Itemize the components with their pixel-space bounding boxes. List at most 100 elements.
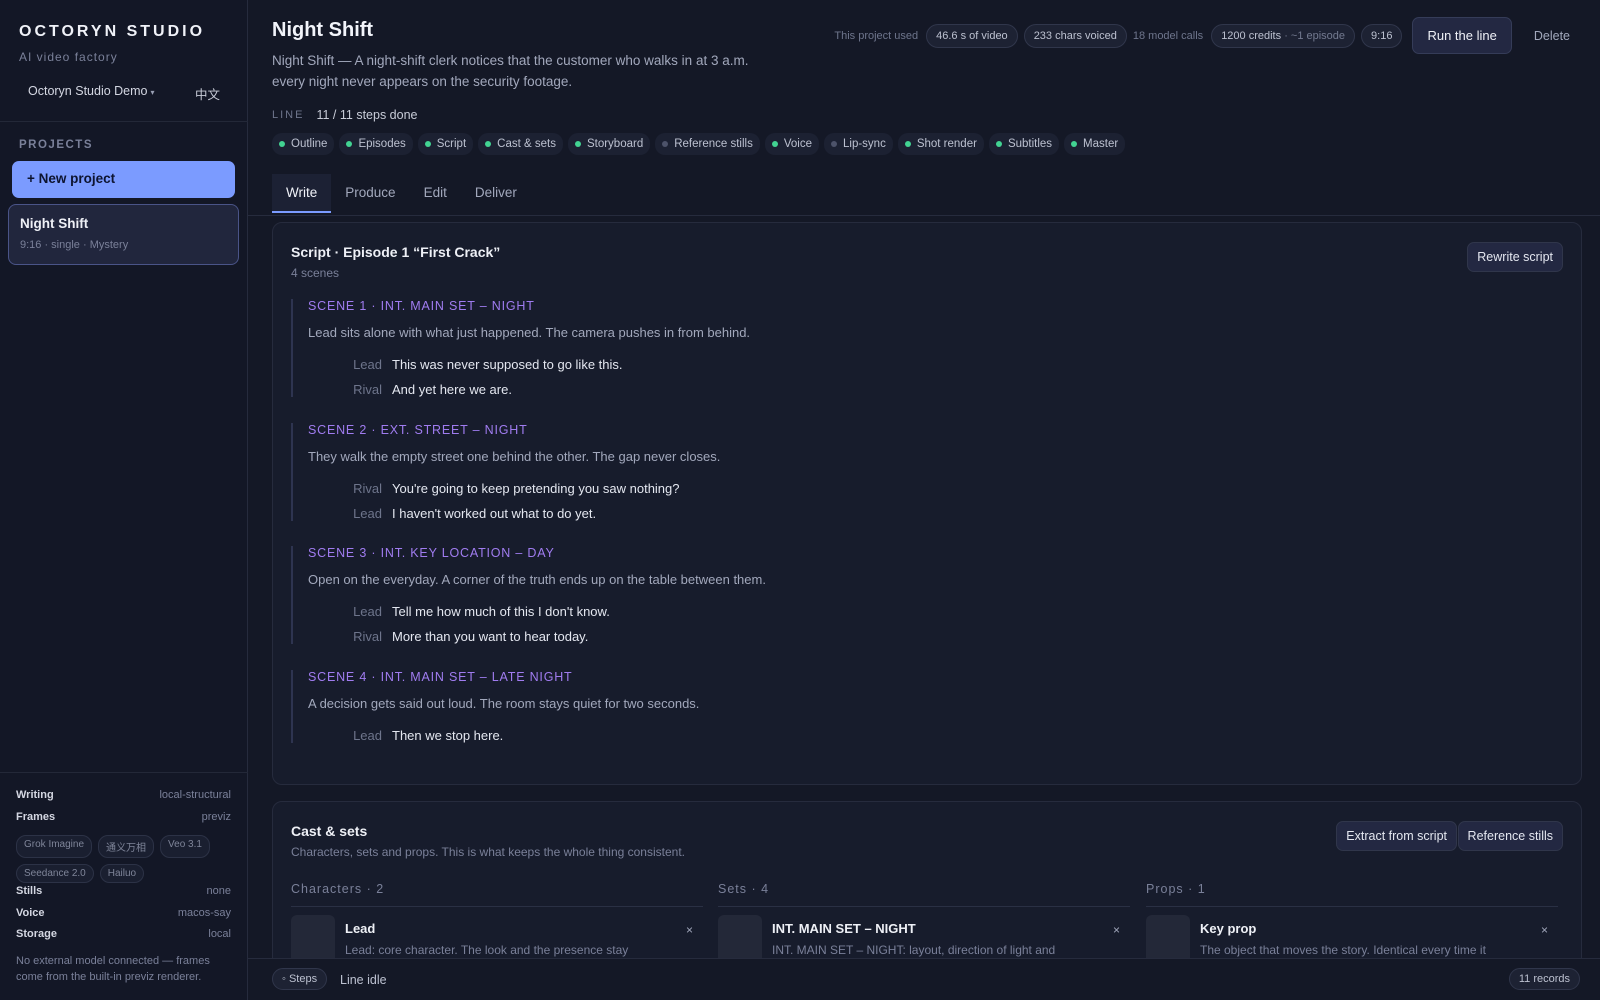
main-tabs: Write Produce Edit Deliver xyxy=(272,174,531,213)
project-item-night-shift[interactable]: Night Shift 9:16 · single · Mystery xyxy=(8,204,239,265)
scene-description: A decision gets said out loud. The room … xyxy=(308,696,700,711)
divider xyxy=(0,121,248,122)
entity-name: INT. MAIN SET – NIGHT xyxy=(772,921,916,936)
speaker: Lead xyxy=(353,604,382,619)
config-label: Frames xyxy=(16,811,56,823)
provider-chip[interactable]: Seedance 2.0 xyxy=(16,864,94,883)
step-script[interactable]: Script xyxy=(417,133,474,155)
step-label: Shot render xyxy=(916,138,977,150)
tab-deliver[interactable]: Deliver xyxy=(461,174,531,213)
scene-block: SCENE 1 · INT. MAIN SET – NIGHT Lead sit… xyxy=(291,299,1191,397)
column-header: Props · 1 xyxy=(1146,882,1558,907)
status-dot-icon xyxy=(346,141,353,147)
close-icon[interactable]: × xyxy=(686,923,693,937)
step-label: Lip-sync xyxy=(843,138,886,150)
config-storage: Storage local xyxy=(16,928,231,940)
divider xyxy=(0,772,248,773)
reference-stills-button[interactable]: Reference stills xyxy=(1457,821,1563,851)
tab-produce[interactable]: Produce xyxy=(331,174,409,213)
scene-heading: SCENE 1 · INT. MAIN SET – NIGHT xyxy=(308,299,535,313)
entity-description: The object that moves the story. Identic… xyxy=(1200,943,1486,957)
dialogue-line: Lead I haven't worked out what to do yet. xyxy=(308,506,1191,521)
provider-chip[interactable]: 通义万相 xyxy=(98,835,155,858)
run-line-button[interactable]: Run the line xyxy=(1412,17,1512,54)
tab-edit[interactable]: Edit xyxy=(410,174,461,213)
step-cast-sets[interactable]: Cast & sets xyxy=(478,133,563,155)
status-bar: ◦ Steps Line idle 11 records xyxy=(248,958,1600,1000)
step-subtitles[interactable]: Subtitles xyxy=(988,133,1060,155)
entity-name: Key prop xyxy=(1200,921,1257,936)
dialogue-line: Rival More than you want to hear today. xyxy=(308,629,1191,644)
aspect-ratio-pill: 9:16 xyxy=(1361,23,1403,48)
step-episodes[interactable]: Episodes xyxy=(339,133,413,155)
dialogue-text: This was never supposed to go like this. xyxy=(392,357,623,372)
entity-description: INT. MAIN SET – NIGHT: layout, direction… xyxy=(772,943,1056,957)
column-header: Characters · 2 xyxy=(291,882,703,907)
status-dot-icon xyxy=(995,141,1002,147)
config-value: macos-say xyxy=(177,907,231,919)
step-label: Episodes xyxy=(358,138,406,150)
tab-write[interactable]: Write xyxy=(272,174,332,213)
speaker: Rival xyxy=(353,481,382,496)
workspace-switcher[interactable]: Octoryn Studio Demo ▾ xyxy=(28,84,155,98)
close-icon[interactable]: × xyxy=(1113,923,1120,937)
entity-description: Lead: core character. The look and the p… xyxy=(345,943,629,957)
rewrite-script-button[interactable]: Rewrite script xyxy=(1467,242,1563,272)
status-dot-icon xyxy=(771,141,778,147)
line-status: LINE 11 / 11 steps done xyxy=(272,108,417,122)
close-icon[interactable]: × xyxy=(1541,923,1548,937)
scene-description: Open on the everyday. A corner of the tr… xyxy=(308,572,766,587)
dialogue-line: Lead This was never supposed to go like t… xyxy=(308,357,1191,372)
provider-chip[interactable]: Grok Imagine xyxy=(16,835,93,858)
scene-block: SCENE 4 · INT. MAIN SET – LATE NIGHT A d… xyxy=(291,670,1191,743)
video-seconds-pill: 46.6 s of video xyxy=(926,23,1018,48)
speaker: Rival xyxy=(353,382,382,397)
steps-toggle-button[interactable]: ◦ Steps xyxy=(272,968,328,990)
language-toggle[interactable]: 中文 xyxy=(195,84,220,103)
step-shot-render[interactable]: Shot render xyxy=(897,133,984,155)
status-dot-icon xyxy=(574,141,581,147)
speaker: Rival xyxy=(353,629,382,644)
step-storyboard[interactable]: Storyboard xyxy=(567,133,651,155)
dialogue-text: Tell me how much of this I don't know. xyxy=(392,604,610,619)
cast-sets-card: Cast & sets Characters, sets and props. … xyxy=(272,801,1582,971)
new-project-button[interactable]: + New project xyxy=(12,161,235,198)
step-label: Reference stills xyxy=(674,138,753,150)
step-outline[interactable]: Outline xyxy=(272,133,335,155)
step-label: Master xyxy=(1083,138,1119,150)
model-calls-label: 18 model calls xyxy=(1132,29,1204,42)
scene-heading: SCENE 2 · EXT. STREET – NIGHT xyxy=(308,423,528,437)
step-reference-stills[interactable]: Reference stills xyxy=(655,133,760,155)
delete-button[interactable]: Delete xyxy=(1524,19,1580,53)
speaker: Lead xyxy=(353,728,382,743)
scene-block: SCENE 2 · EXT. STREET – NIGHT They walk … xyxy=(291,423,1191,521)
step-label: Script xyxy=(436,138,467,150)
config-label: Storage xyxy=(16,928,57,940)
script-scene-count: 4 scenes xyxy=(291,266,340,280)
step-voice[interactable]: Voice xyxy=(764,133,819,155)
extract-from-script-button[interactable]: Extract from script xyxy=(1336,821,1457,851)
project-description: Night Shift — A night-shift clerk notice… xyxy=(272,53,749,89)
speaker: Lead xyxy=(353,506,382,521)
divider xyxy=(248,215,1600,216)
config-label: Voice xyxy=(16,907,45,919)
status-dot-icon xyxy=(485,141,492,147)
scene-heading: SCENE 3 · INT. KEY LOCATION – DAY xyxy=(308,546,555,560)
credits-pill: 1200 credits · ~1 episode xyxy=(1211,23,1356,48)
config-voice: Voice macos-say xyxy=(16,907,231,919)
config-label: Writing xyxy=(16,789,54,801)
step-lip-sync[interactable]: Lip-sync xyxy=(824,133,893,155)
brand-name: OCTORYN STUDIO xyxy=(19,23,206,40)
dialogue-line: Rival And yet here we are. xyxy=(308,382,1191,397)
status-dot-icon xyxy=(279,141,285,147)
usage-label: This project used xyxy=(834,29,919,42)
line-progress: 11 / 11 steps done xyxy=(316,108,418,122)
provider-chip[interactable]: Veo 3.1 xyxy=(160,835,210,858)
config-stills: Stills none xyxy=(16,885,231,897)
config-value: local xyxy=(208,928,231,940)
step-master[interactable]: Master xyxy=(1064,133,1126,155)
status-dot-icon xyxy=(662,141,669,147)
provider-chip[interactable]: Hailuo xyxy=(99,864,145,883)
frame-provider-chips: Grok Imagine 通义万相 Veo 3.1 Seedance 2.0 H… xyxy=(16,835,236,883)
script-card: Script · Episode 1 “First Crack” 4 scene… xyxy=(272,222,1582,785)
